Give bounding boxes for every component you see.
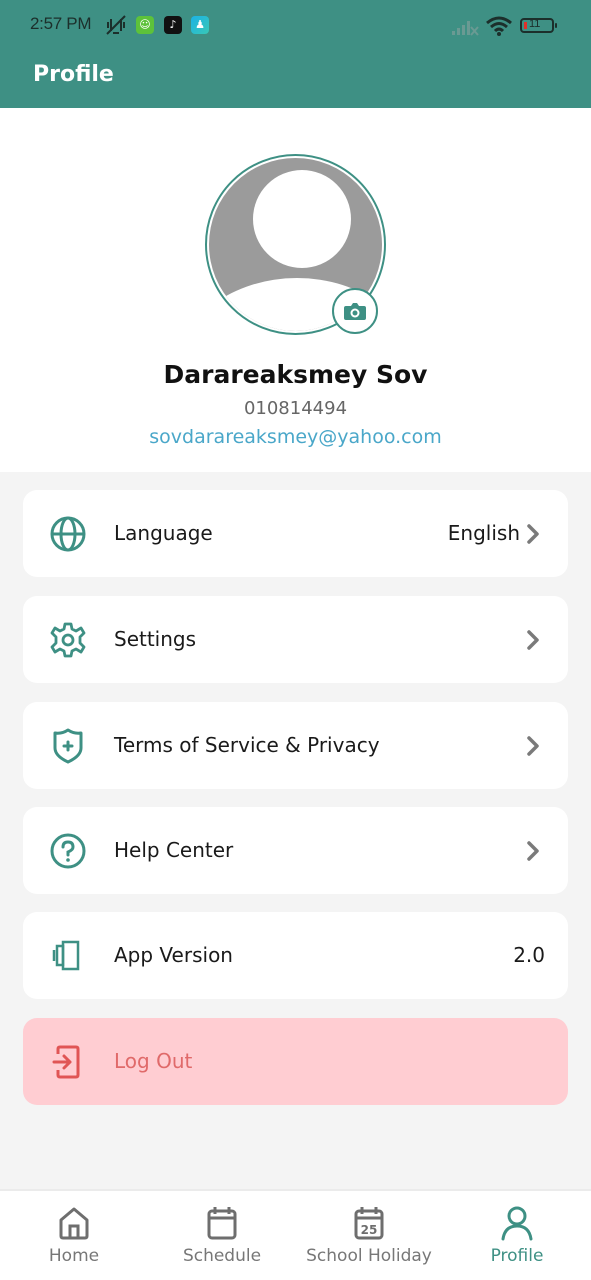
camera-icon [344,303,366,320]
logout-label: Log Out [114,1049,193,1073]
user-email: sovdarareaksmey@yahoo.com [149,426,442,448]
menu-item-terms-privacy[interactable]: Terms of Service & Privacy [23,702,568,789]
nav-label: Home [48,1246,100,1266]
nav-tab-home[interactable]: Home [0,1191,148,1280]
menu-label: Language [114,521,213,545]
app-version-icon [52,940,80,971]
wifi-icon [486,16,512,36]
calendar-25-icon: 25 [354,1207,384,1240]
menu-label: Settings [114,627,197,651]
calendar-icon [207,1207,237,1240]
nav-label: Schedule [182,1246,262,1266]
language-value: English [447,521,520,545]
bottom-nav: Home Schedule 25 School Holiday Profile [0,1189,591,1280]
nav-label: Profile [490,1246,544,1266]
nav-label: School Holiday [306,1246,432,1266]
menu-item-help-center[interactable]: Help Center [23,807,568,894]
status-bar: 2:57 PM ☺ ♪ ♟ 11 [0,0,591,52]
nav-tab-profile[interactable]: Profile [443,1191,591,1280]
home-icon [59,1207,89,1240]
menu-item-app-version: App Version 2.0 [23,912,568,999]
menu-label: App Version [114,943,233,967]
app-header: 2:57 PM ☺ ♪ ♟ 11 Profile [0,0,591,108]
menu-label: Help Center [114,838,234,862]
calendar-day-text: 25 [361,1223,378,1237]
chevron-right-icon [527,841,539,861]
tiktok-icon: ♪ [164,16,182,34]
app-notification-icon: ♟ [191,16,209,34]
globe-icon [50,516,86,552]
help-circle-icon [50,833,86,869]
user-phone: 010814494 [243,398,348,419]
logout-button[interactable]: Log Out [23,1018,568,1105]
app-version-value: 2.0 [513,943,545,967]
signal-icon [452,21,479,36]
shield-plus-icon [53,728,83,764]
profile-card: Darareaksmey Sov 010814494 sovdarareaksm… [0,108,591,472]
chevron-right-icon [527,524,539,544]
app-notification-icon: ☺ [136,16,154,34]
gear-icon [50,622,86,658]
battery-icon: 11 [520,18,557,33]
user-name: Darareaksmey Sov [163,360,428,389]
change-photo-button[interactable] [332,288,378,334]
nav-tab-schedule[interactable]: Schedule [148,1191,296,1280]
user-icon [501,1206,533,1241]
menu-label: Terms of Service & Privacy [114,733,380,757]
status-time: 2:57 PM [30,14,92,33]
nav-tab-school-holiday[interactable]: 25 School Holiday [295,1191,443,1280]
chevron-right-icon [527,630,539,650]
chevron-right-icon [527,736,539,756]
page-title: Profile [33,62,114,87]
vibrate-off-icon [106,15,126,35]
logout-icon [52,1045,80,1079]
menu-item-language[interactable]: Language English [23,490,568,577]
battery-level: 11 [529,18,541,30]
menu-item-settings[interactable]: Settings [23,596,568,683]
